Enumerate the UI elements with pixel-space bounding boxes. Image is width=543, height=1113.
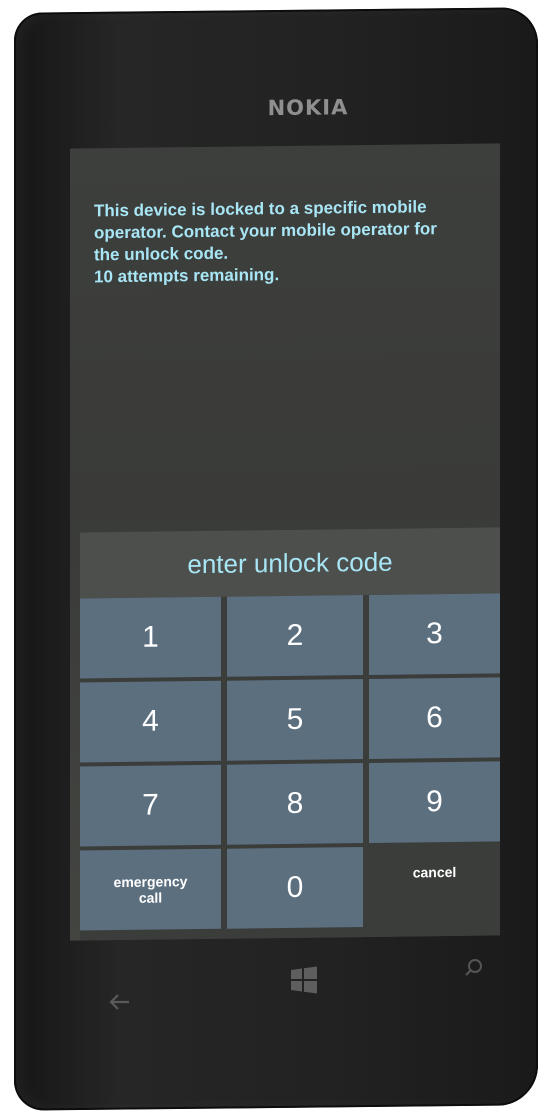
lock-screen: This device is locked to a specific mobi… xyxy=(70,143,500,941)
attempts-remaining: 10 attempts remaining. xyxy=(94,265,280,287)
key-4[interactable]: 4 xyxy=(80,680,221,763)
cancel-button[interactable]: cancel xyxy=(369,845,500,927)
lock-message: This device is locked to a specific mobi… xyxy=(94,196,486,289)
key-2[interactable]: 2 xyxy=(227,595,363,677)
key-5[interactable]: 5 xyxy=(227,679,363,761)
back-icon xyxy=(109,994,129,1010)
start-button[interactable] xyxy=(284,960,324,1000)
search-button[interactable] xyxy=(454,948,494,988)
key-7[interactable]: 7 xyxy=(80,764,221,847)
search-icon xyxy=(465,959,482,976)
hardware-navbar xyxy=(70,940,500,1020)
unlock-code-field[interactable]: enter unlock code xyxy=(80,527,500,599)
key-0[interactable]: 0 xyxy=(227,847,363,929)
brand-logo: NOKIA xyxy=(267,95,349,121)
emergency-call-button[interactable]: emergency call xyxy=(80,848,221,931)
key-8[interactable]: 8 xyxy=(227,763,363,845)
unlock-code-label: enter unlock code xyxy=(187,546,393,580)
key-1[interactable]: 1 xyxy=(80,596,221,679)
key-6[interactable]: 6 xyxy=(369,677,500,759)
key-9[interactable]: 9 xyxy=(369,761,500,843)
key-3[interactable]: 3 xyxy=(369,593,500,675)
back-button[interactable] xyxy=(100,982,140,1022)
windows-icon xyxy=(291,966,317,994)
keypad: 1 2 3 4 5 6 7 8 9 emergency call 0 cance… xyxy=(80,593,500,941)
